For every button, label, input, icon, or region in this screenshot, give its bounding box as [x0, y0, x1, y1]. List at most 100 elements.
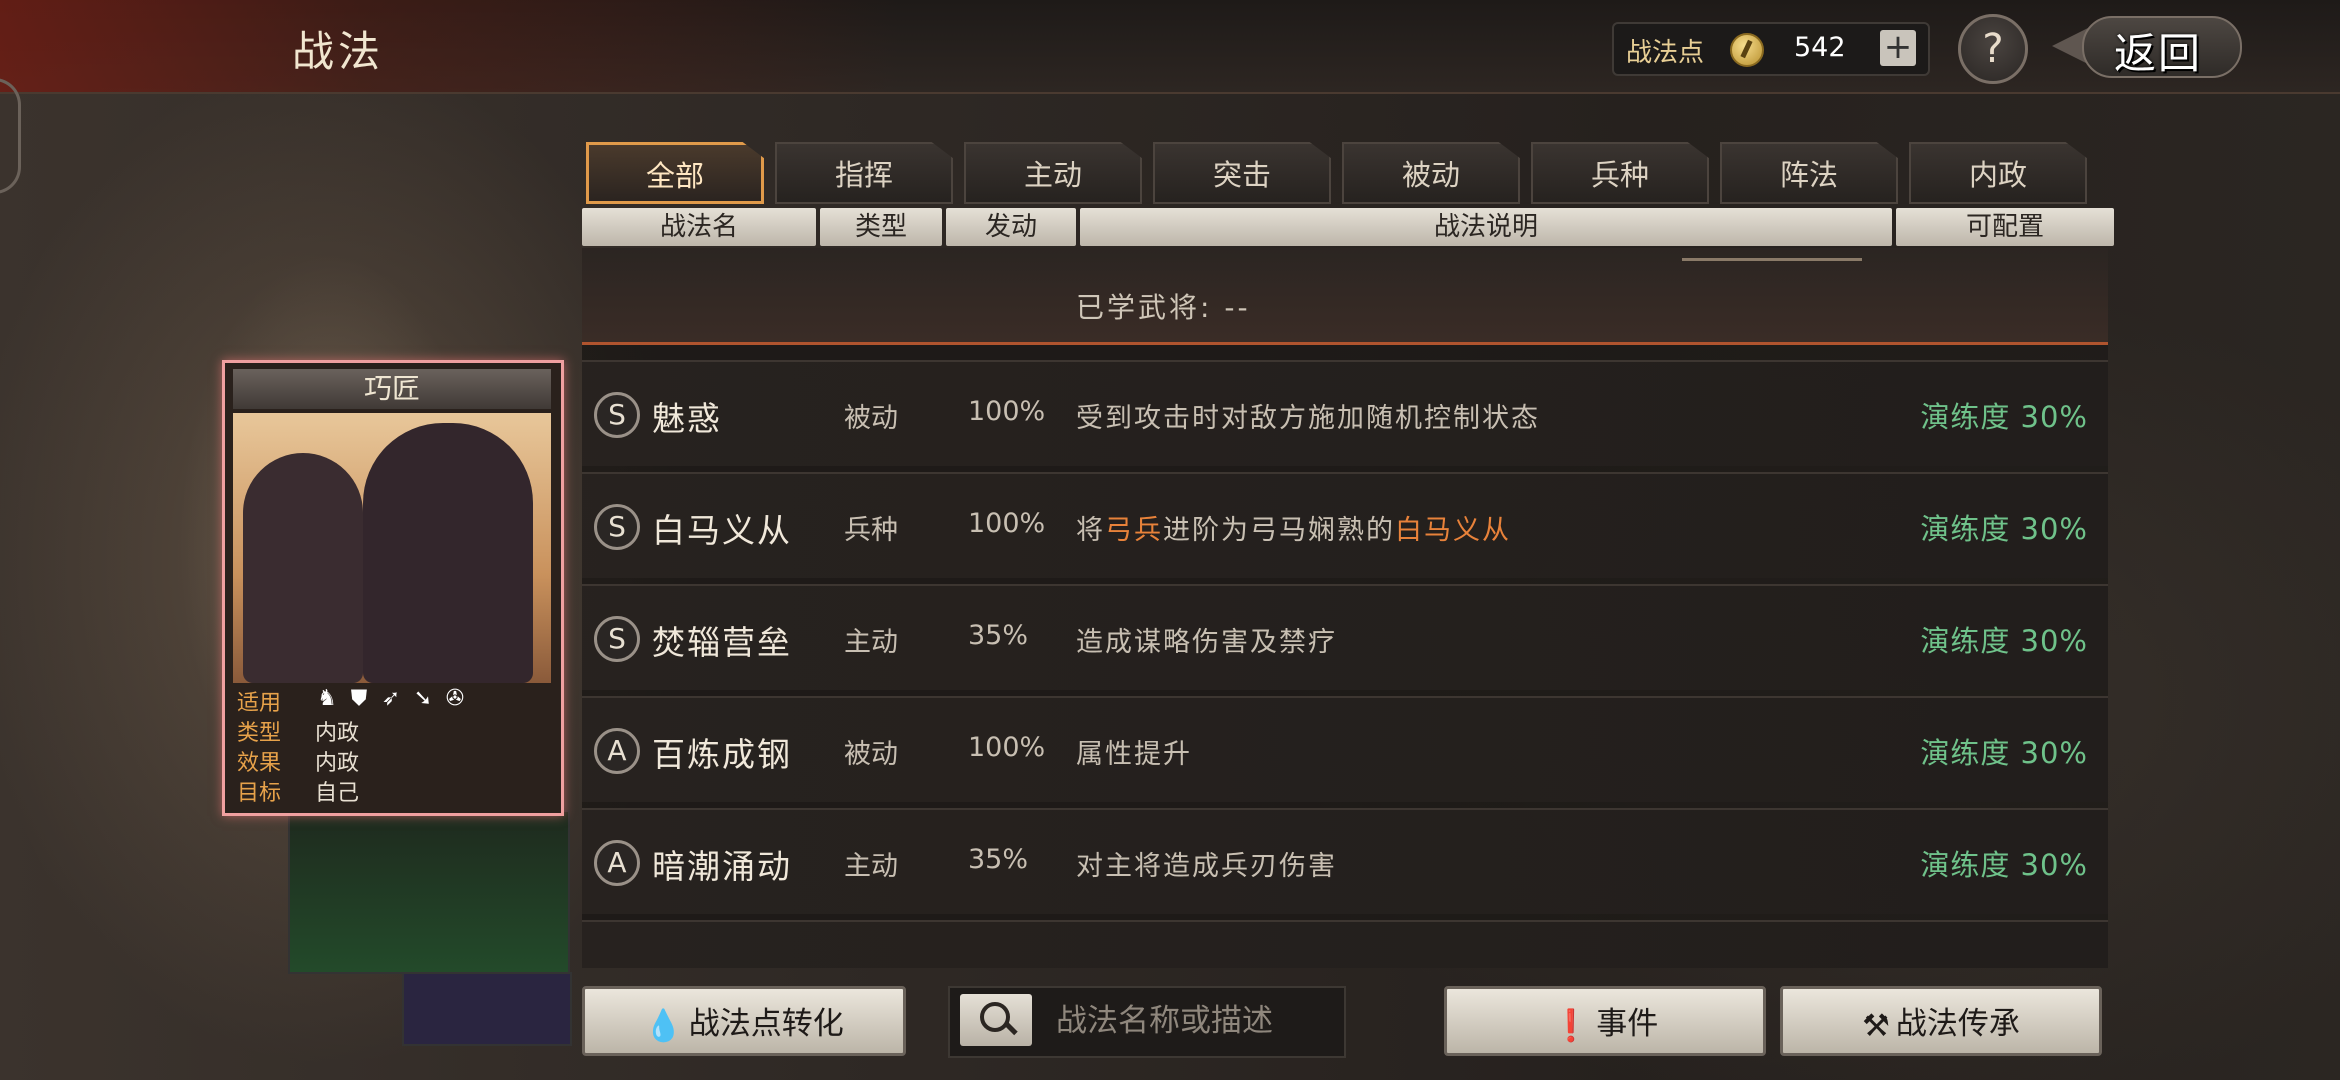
- events-button[interactable]: ❗ 事件: [1444, 986, 1766, 1056]
- tab-all[interactable]: 全部: [586, 142, 764, 204]
- tab-assault[interactable]: 突击: [1153, 142, 1331, 204]
- convert-points-button[interactable]: 💧 战法点转化: [582, 986, 906, 1056]
- skill-proficiency: 演练度 30%: [1920, 848, 2088, 882]
- desc-highlight: 弓兵: [1105, 515, 1163, 546]
- drop-icon: 💧: [644, 1007, 683, 1044]
- applies-label: 适用: [237, 691, 282, 716]
- help-button[interactable]: ?: [1958, 14, 2028, 84]
- tab-active[interactable]: 主动: [964, 142, 1142, 204]
- top-bar: 战法 战法点 542 + ? 返回: [0, 0, 2340, 94]
- wheel-icon: ✇: [445, 686, 465, 711]
- skill-description: 属性提升: [1076, 739, 1192, 770]
- target-value: 自己: [315, 781, 360, 806]
- search-icon[interactable]: [960, 994, 1032, 1046]
- search-input[interactable]: [1054, 1000, 1338, 1042]
- effect-label: 效果: [237, 751, 282, 776]
- convert-points-label: 战法点转化: [688, 1006, 844, 1042]
- card-target-row: 目标 自己: [233, 775, 551, 806]
- grade-badge: A: [594, 840, 640, 886]
- add-points-button[interactable]: +: [1880, 30, 1916, 66]
- column-trigger[interactable]: 发动: [946, 208, 1076, 246]
- type-label: 类型: [237, 721, 282, 746]
- skill-name: 魅惑: [652, 399, 722, 438]
- skill-name: 焚辎营垒: [652, 623, 792, 662]
- side-drawer-handle[interactable]: [0, 78, 21, 194]
- skill-list: 已学武将: -- S 魅惑 被动 100% 受到攻击时对敌方施加随机控制状态 演…: [582, 248, 2108, 968]
- column-configurable[interactable]: 可配置: [1896, 208, 2114, 246]
- hammer-icon: ⚒: [1862, 1007, 1890, 1044]
- skill-proficiency: 演练度 30%: [1920, 624, 2088, 658]
- type-value: 内政: [315, 721, 360, 746]
- desc-text: 将: [1076, 515, 1105, 546]
- column-name[interactable]: 战法名: [582, 208, 816, 246]
- figure-silhouette: [363, 423, 533, 683]
- skill-rate: 35%: [968, 620, 1029, 651]
- skill-rate: 100%: [968, 508, 1046, 539]
- skill-description: 受到攻击时对敌方施加随机控制状态: [1076, 403, 1540, 434]
- tab-formation[interactable]: 阵法: [1720, 142, 1898, 204]
- bow-icon: ➶: [381, 686, 401, 711]
- skill-type: 被动: [844, 403, 898, 434]
- skill-row[interactable]: S 白马义从 兵种 100% 将弓兵进阶为弓马娴熟的白马义从 演练度 30%: [582, 472, 2108, 578]
- skill-name: 白马义从: [652, 511, 792, 550]
- inherit-button[interactable]: ⚒ 战法传承: [1780, 986, 2102, 1056]
- skill-points-label: 战法点: [1626, 38, 1705, 68]
- column-type[interactable]: 类型: [820, 208, 942, 246]
- skill-name: 暗潮涌动: [652, 847, 792, 886]
- figure-silhouette: [243, 453, 363, 683]
- skill-points-box: 战法点 542 +: [1612, 22, 1930, 76]
- card-title: 巧匠: [233, 369, 551, 409]
- tab-troop[interactable]: 兵种: [1531, 142, 1709, 204]
- skill-description: 对主将造成兵刃伤害: [1076, 851, 1337, 882]
- card-type-row: 类型 内政: [233, 715, 551, 746]
- card-stack-third[interactable]: [402, 972, 572, 1046]
- back-label: 返回: [2114, 29, 2203, 78]
- skill-rate: 100%: [968, 732, 1046, 763]
- grade-badge: A: [594, 728, 640, 774]
- tab-passive[interactable]: 被动: [1342, 142, 1520, 204]
- learned-generals-row: 已学武将: --: [582, 248, 2108, 345]
- skill-rate: 100%: [968, 396, 1046, 427]
- skill-row[interactable]: A 暗潮涌动 主动 35% 对主将造成兵刃伤害 演练度 30%: [582, 808, 2108, 914]
- effect-value: 内政: [315, 751, 360, 776]
- skill-type: 被动: [844, 739, 898, 770]
- skill-type: 兵种: [844, 515, 898, 546]
- card-info: 适用 ♞ ⛊ ➶ ➘ ✇ 类型 内政 效果 内政 目标 自己: [233, 685, 551, 807]
- skill-description: 造成谋略伤害及禁疗: [1076, 627, 1337, 658]
- page-title: 战法: [292, 27, 385, 76]
- inherit-label: 战法传承: [1895, 1006, 2020, 1042]
- grade-badge: S: [594, 392, 640, 438]
- category-tabs: 全部 指挥 主动 突击 被动 兵种 阵法 内政: [586, 142, 2090, 204]
- skill-row[interactable]: S 焚辎营垒 主动 35% 造成谋略伤害及禁疗 演练度 30%: [582, 584, 2108, 690]
- partial-row-edge: [1682, 248, 1862, 261]
- skill-row[interactable]: A 百炼成钢 被动 100% 属性提升 演练度 30%: [582, 696, 2108, 802]
- skill-card[interactable]: 巧匠 适用 ♞ ⛊ ➶ ➘ ✇ 类型 内政 效果 内政 目标 自己: [222, 360, 564, 816]
- skill-name: 百炼成钢: [652, 735, 792, 774]
- coin-icon: [1730, 33, 1764, 67]
- skill-row-partial[interactable]: [582, 920, 2108, 968]
- skill-proficiency: 演练度 30%: [1920, 400, 2088, 434]
- skill-description: 将弓兵进阶为弓马娴熟的白马义从: [1076, 508, 1511, 547]
- alert-icon: ❗: [1551, 1007, 1591, 1044]
- skill-proficiency: 演练度 30%: [1920, 736, 2088, 770]
- column-description[interactable]: 战法说明: [1080, 208, 1892, 246]
- skill-proficiency: 演练度 30%: [1920, 512, 2088, 546]
- card-applies-row: 适用 ♞ ⛊ ➶ ➘ ✇: [233, 685, 551, 717]
- skill-row[interactable]: S 魅惑 被动 100% 受到攻击时对敌方施加随机控制状态 演练度 30%: [582, 360, 2108, 466]
- grade-badge: S: [594, 504, 640, 550]
- skill-rate: 35%: [968, 844, 1029, 875]
- tab-command[interactable]: 指挥: [775, 142, 953, 204]
- target-label: 目标: [237, 781, 282, 806]
- events-label: 事件: [1596, 1006, 1659, 1042]
- title-glow: [0, 0, 900, 92]
- learned-generals-text: 已学武将: --: [1076, 291, 1251, 324]
- tab-internal[interactable]: 内政: [1909, 142, 2087, 204]
- card-effect-row: 效果 内政: [233, 745, 551, 776]
- back-button[interactable]: 返回: [2052, 12, 2252, 80]
- shield-icon: ⛊: [350, 686, 368, 711]
- card-stack-second[interactable]: [288, 810, 570, 974]
- cavalry-icon: ♞: [317, 686, 337, 711]
- desc-text: 进阶为弓马娴熟的: [1163, 515, 1395, 546]
- grade-badge: S: [594, 616, 640, 662]
- skill-type: 主动: [844, 851, 898, 882]
